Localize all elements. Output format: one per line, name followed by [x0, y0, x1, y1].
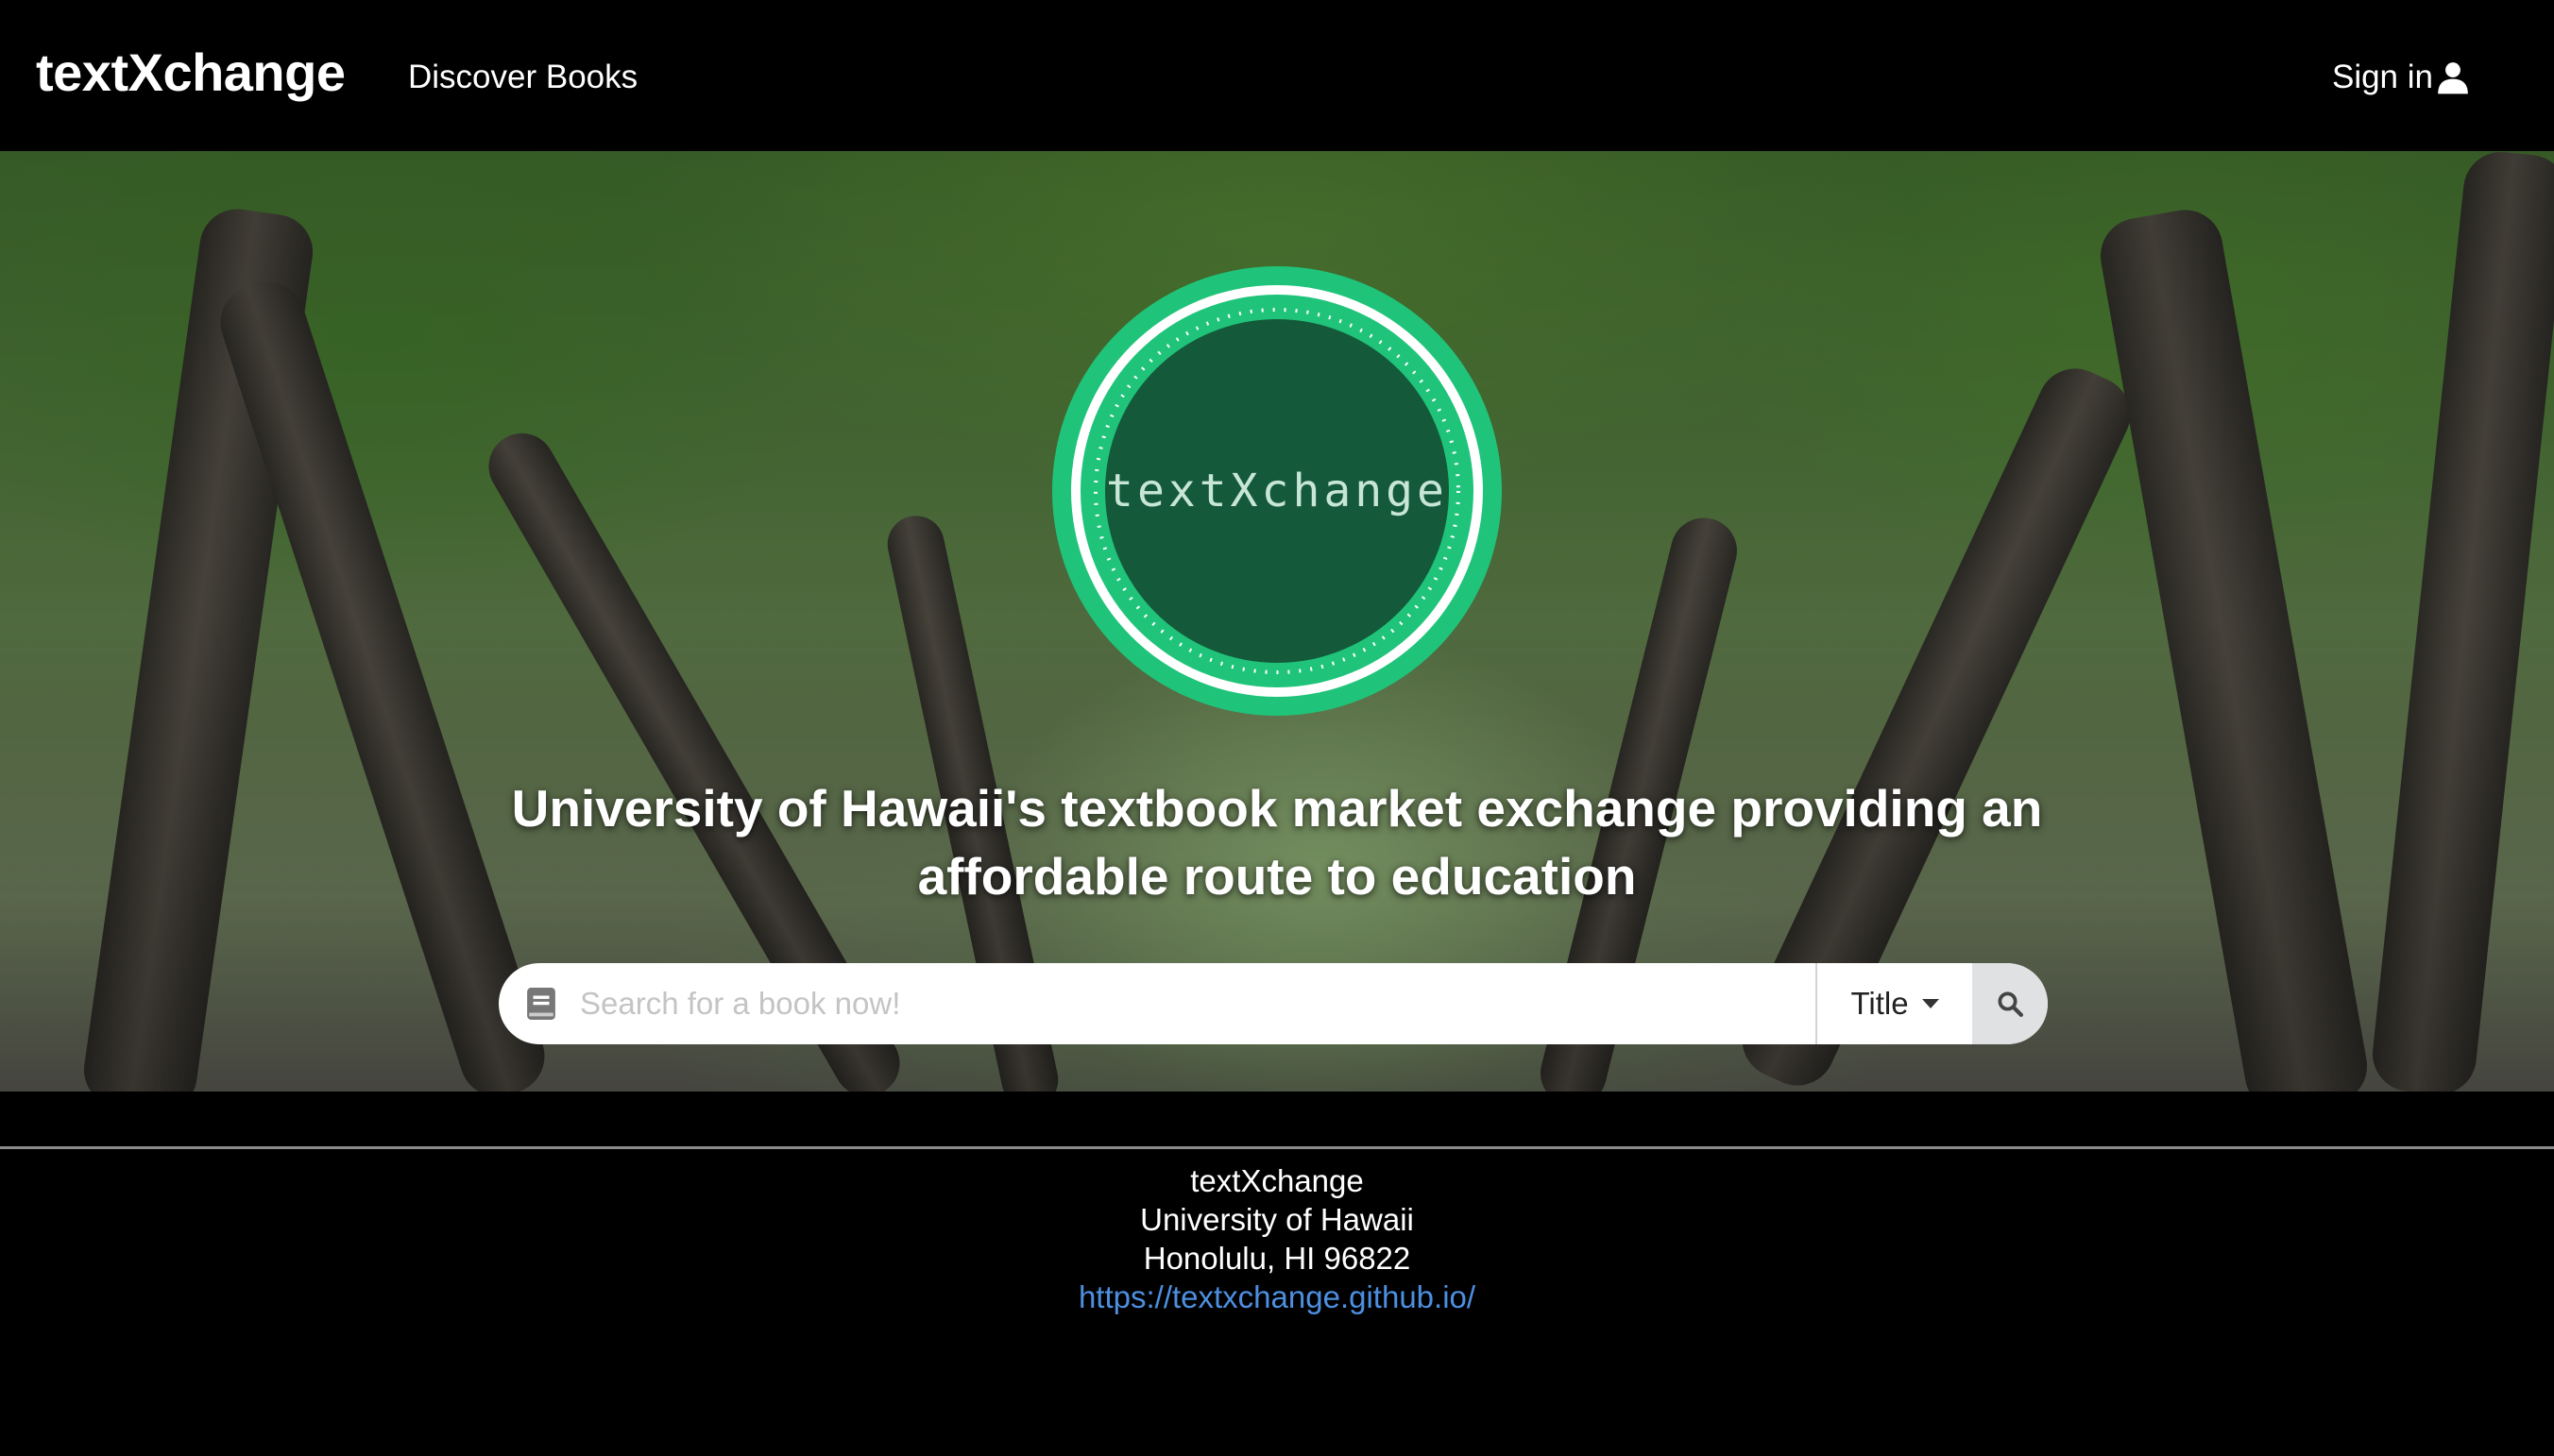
search-input[interactable] — [578, 963, 1815, 1044]
logo-text: textXchange — [1106, 465, 1448, 517]
footer-address: Honolulu, HI 96822 — [1143, 1241, 1411, 1276]
brand-logo-link[interactable]: textXchange — [36, 42, 346, 103]
discover-books-link[interactable]: Discover Books — [408, 59, 638, 96]
footer-site-name: textXchange — [1190, 1163, 1364, 1198]
footer-university: University of Hawaii — [1140, 1202, 1414, 1237]
user-icon — [2438, 62, 2468, 94]
search-icon — [1998, 991, 2023, 1017]
search-filter-dropdown[interactable]: Title — [1815, 963, 1972, 1044]
footer: textXchange University of Hawaii Honolul… — [0, 1161, 2554, 1316]
hero-banner: textXchange University of Hawaii's textb… — [0, 151, 2554, 1092]
book-search-bar: Title — [499, 963, 2048, 1044]
search-filter-value: Title — [1850, 986, 1909, 1021]
sign-in-menu[interactable]: Sign in — [2332, 59, 2471, 96]
hero-headline: University of Hawaii's textbook market e… — [511, 779, 2043, 906]
textxchange-logo: textXchange — [1050, 264, 1504, 718]
footer-site-link[interactable]: https://textxchange.github.io/ — [1079, 1279, 1475, 1314]
sign-in-label: Sign in — [2331, 59, 2433, 95]
top-navbar: textXchange Discover Books Sign in — [0, 0, 2554, 151]
caret-down-icon — [1921, 999, 1939, 1008]
footer-divider — [0, 1146, 2554, 1149]
logo-badge-icon: textXchange — [1052, 266, 1502, 716]
book-icon — [527, 988, 555, 1020]
